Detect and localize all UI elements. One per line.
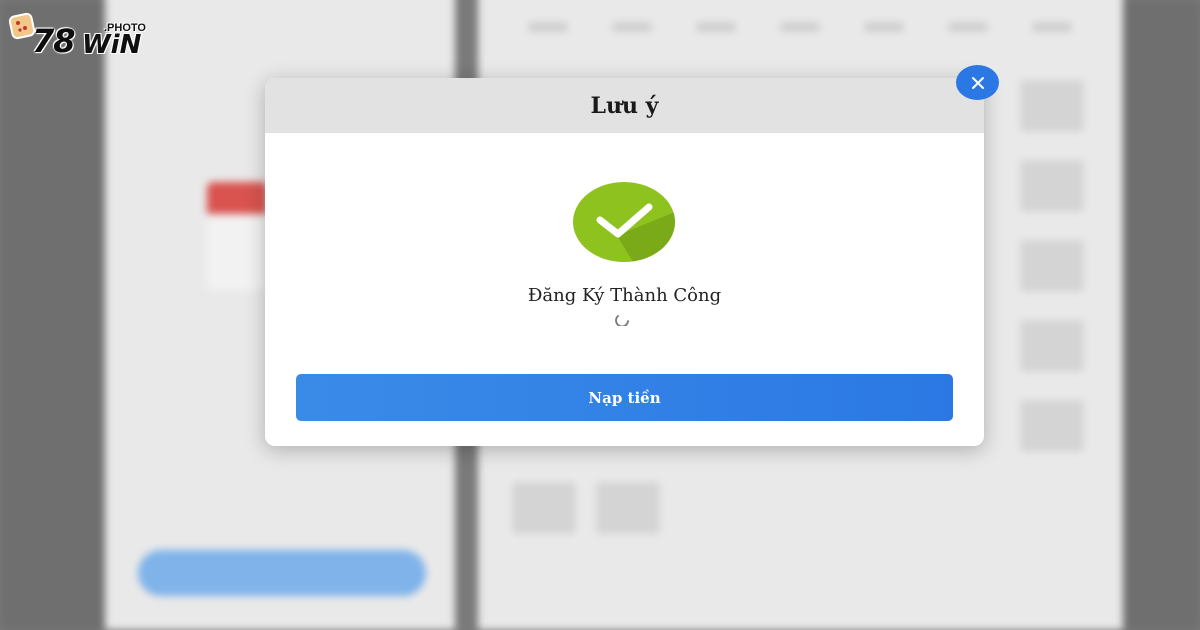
background-right-strip (1123, 0, 1200, 630)
background-weekday (780, 22, 820, 32)
background-left-strip (0, 0, 105, 630)
logo-number: 78 (32, 22, 76, 60)
background-tile (1020, 160, 1084, 212)
brand-logo: 78 .PHOTO WiN (6, 8, 146, 60)
spinner-icon (615, 315, 629, 326)
background-weekday (864, 22, 904, 32)
background-tile (1020, 80, 1084, 132)
checkmark-icon (573, 182, 675, 262)
success-message: Đăng Ký Thành Công (527, 285, 722, 306)
close-button[interactable] (956, 65, 999, 100)
background-tile (1020, 400, 1084, 452)
logo-word: WiN (82, 30, 142, 60)
background-weekday (948, 22, 988, 32)
background-tile (1020, 320, 1084, 372)
background-weekday (1032, 22, 1072, 32)
close-icon (971, 76, 984, 89)
dialog-title: Lưu ý (590, 92, 659, 119)
background-weekday (528, 22, 568, 32)
background-tile (512, 482, 576, 534)
dialog-header: Lưu ý (265, 78, 984, 133)
background-tile (596, 482, 660, 534)
background-pill-button (138, 550, 426, 596)
background-tile (1020, 240, 1084, 292)
background-weekday (696, 22, 736, 32)
notice-dialog: Lưu ý Đăng Ký Thành Công Nạp tiền (265, 78, 984, 446)
screen: 78 .PHOTO WiN Lưu ý Đăng Ký Thành Công N… (0, 0, 1200, 630)
background-weekday (612, 22, 652, 32)
deposit-button[interactable]: Nạp tiền (296, 374, 953, 421)
background-calendar-card (207, 182, 267, 290)
